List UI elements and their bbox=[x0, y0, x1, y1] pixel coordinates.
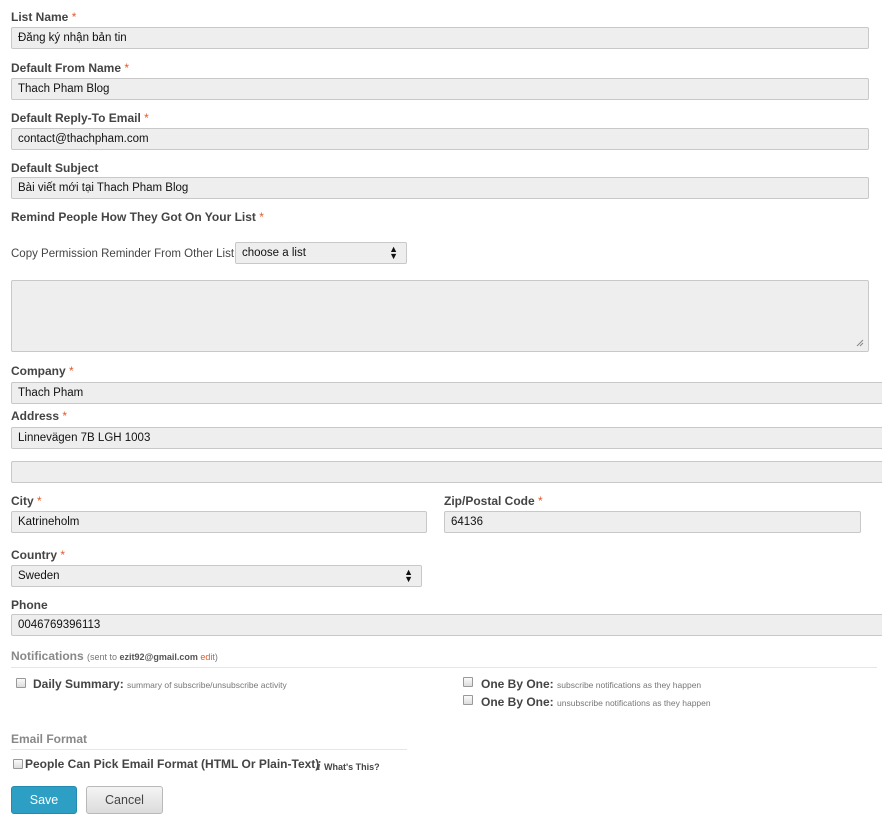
address-line1-input[interactable]: Linnevägen 7B LGH 1003 bbox=[11, 427, 882, 449]
country-label: Country * bbox=[11, 548, 66, 562]
notifications-edit-link[interactable]: edit bbox=[200, 652, 215, 662]
notifications-title: Notifications bbox=[11, 649, 84, 663]
notifications-email: ezit92@gmail.com bbox=[119, 652, 198, 662]
daily-summary-label: Daily Summary: bbox=[33, 677, 124, 691]
phone-input[interactable]: 0046769396113 bbox=[11, 614, 882, 636]
cancel-button[interactable]: Cancel bbox=[86, 786, 163, 814]
one-by-one-unsubscribe-label: One By One: bbox=[481, 695, 554, 709]
one-by-one-subscribe-label: One By One: bbox=[481, 677, 554, 691]
one-by-one-subscribe-checkbox[interactable] bbox=[463, 677, 473, 687]
email-format-checkbox[interactable] bbox=[13, 759, 23, 769]
copy-reminder-select[interactable]: choose a list ▲ ▼ bbox=[235, 242, 407, 264]
email-format-title: Email Format bbox=[11, 732, 88, 746]
daily-summary-desc: summary of subscribe/unsubscribe activit… bbox=[127, 680, 287, 690]
reminder-textarea[interactable] bbox=[11, 280, 869, 352]
save-button[interactable]: Save bbox=[11, 786, 77, 814]
whats-this-text: What's This? bbox=[323, 762, 380, 772]
whats-this-link[interactable]: i What's This? bbox=[317, 758, 380, 774]
email-format-label: People Can Pick Email Format (HTML Or Pl… bbox=[25, 757, 320, 771]
notifications-sent-to: (sent to ezit92@gmail.com edit) bbox=[87, 652, 218, 662]
daily-summary-checkbox[interactable] bbox=[16, 678, 26, 688]
select-arrows-icon: ▲ ▼ bbox=[389, 244, 398, 261]
one-by-one-subscribe-option: One By One: subscribe notifications as t… bbox=[481, 677, 701, 691]
daily-summary-option: Daily Summary: summary of subscribe/unsu… bbox=[33, 677, 287, 691]
zip-label: Zip/Postal Code * bbox=[444, 494, 543, 508]
company-input[interactable]: Thach Pham bbox=[11, 382, 882, 404]
notifications-header: Notifications (sent to ezit92@gmail.com … bbox=[11, 649, 218, 663]
select-arrows-icon: ▲ ▼ bbox=[404, 567, 413, 584]
reply-to-input[interactable]: contact@thachpham.com bbox=[11, 128, 869, 150]
from-name-input[interactable]: Thach Pham Blog bbox=[11, 78, 869, 100]
city-input[interactable]: Katrineholm bbox=[11, 511, 427, 533]
reply-to-label: Default Reply-To Email * bbox=[11, 111, 149, 125]
city-label: City * bbox=[11, 494, 42, 508]
copy-reminder-label: Copy Permission Reminder From Other List bbox=[11, 248, 235, 260]
company-label: Company * bbox=[11, 364, 74, 378]
one-by-one-unsubscribe-desc: unsubscribe notifications as they happen bbox=[557, 698, 711, 708]
from-name-label: Default From Name * bbox=[11, 61, 130, 75]
country-select-value: Sweden bbox=[18, 570, 60, 582]
resize-grip-icon[interactable] bbox=[856, 339, 864, 347]
zip-input[interactable]: 64136 bbox=[444, 511, 861, 533]
info-icon: i bbox=[317, 758, 321, 773]
remind-label: Remind People How They Got On Your List … bbox=[11, 210, 264, 224]
address-label: Address * bbox=[11, 409, 68, 423]
copy-reminder-select-value: choose a list bbox=[242, 247, 306, 259]
address-line2-input[interactable] bbox=[11, 461, 882, 483]
email-format-divider bbox=[11, 749, 407, 750]
list-name-input[interactable]: Đăng ký nhận bản tin bbox=[11, 27, 869, 49]
one-by-one-unsubscribe-checkbox[interactable] bbox=[463, 695, 473, 705]
subject-input[interactable]: Bài viết mới tại Thach Pham Blog bbox=[11, 177, 869, 199]
phone-label: Phone bbox=[11, 598, 48, 612]
list-name-label: List Name * bbox=[11, 10, 77, 24]
one-by-one-subscribe-desc: subscribe notifications as they happen bbox=[557, 680, 702, 690]
notifications-divider bbox=[11, 667, 877, 668]
subject-label: Default Subject bbox=[11, 161, 99, 175]
country-select[interactable]: Sweden ▲ ▼ bbox=[11, 565, 422, 587]
one-by-one-unsubscribe-option: One By One: unsubscribe notifications as… bbox=[481, 695, 711, 709]
